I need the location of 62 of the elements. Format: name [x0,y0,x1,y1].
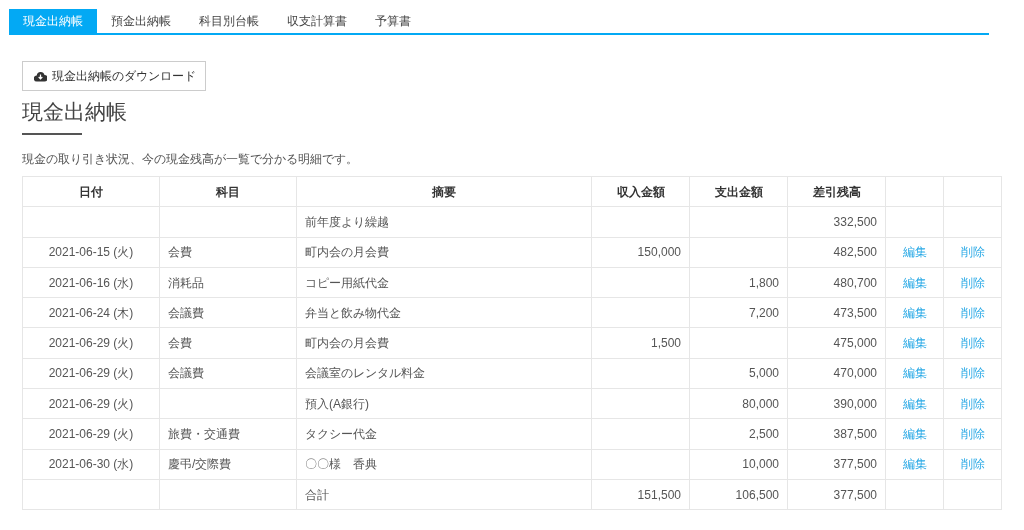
page-title: 現金出納帳 [22,99,128,125]
date-cell: 2021-06-29 (火) [48,396,134,411]
tab[interactable]: 予算書 [361,9,425,33]
date-cell: 2021-06-29 (火) [48,336,134,351]
date-cell: 2021-06-16 (水) [48,275,134,290]
amount-cell: 7,200 [748,305,779,320]
amount-cell: 387,500 [833,427,877,441]
table-cell: タクシー代金 [305,427,377,441]
table-cell: 会議費 [168,366,204,381]
amount-cell: 150,000 [637,245,681,260]
description: 現金の取り引き状況、今の現金残高が一覧で分かる明細です。 [22,151,359,167]
amount-cell: 377,500 [833,487,877,502]
column-header: 差引残高 [812,184,861,199]
download-button[interactable]: 現金出納帳のダウンロード [22,61,206,91]
delete-link[interactable]: 削除 [960,427,985,441]
table-cell: 慶弔/交際費 [168,457,232,472]
tab[interactable]: 預金出納帳 [97,9,185,33]
amount-cell: 1,500 [650,336,681,351]
date-cell: 2021-06-29 (火) [48,366,134,381]
amount-cell: 480,700 [833,275,877,290]
tab[interactable]: 科目別台帳 [185,9,273,33]
amount-cell: 377,500 [833,457,877,472]
date-cell: 2021-06-15 (火) [48,245,134,260]
table-cell: 会費 [168,336,192,351]
table-cell: 旅費・交通費 [168,427,240,441]
table-cell: 町内会の月会費 [305,336,389,351]
table-cell: 合計 [305,487,329,502]
amount-cell: 1,800 [748,275,779,290]
table-cell: 会議室のレンタル料金 [305,366,425,381]
edit-link[interactable]: 編集 [902,427,927,441]
table-cell: 消耗品 [168,275,204,290]
table-cell: 会費 [168,245,192,260]
amount-cell: 2,500 [748,427,779,441]
amount-cell: 80,000 [742,396,779,411]
amount-cell: 106,500 [735,487,779,502]
amount-cell: 470,000 [833,366,877,381]
table-cell: 預入(A銀行) [305,396,369,411]
column-header: 日付 [79,184,103,199]
amount-cell: 332,500 [833,214,877,229]
table-cell: 前年度より繰越 [305,214,389,229]
amount-cell: 475,000 [833,336,877,351]
amount-cell: 10,000 [742,457,779,472]
amount-cell: 473,500 [833,305,877,320]
column-header: 収入金額 [616,184,665,199]
tab[interactable]: 現金出納帳 [9,9,97,33]
date-cell: 2021-06-24 (木) [48,305,134,320]
amount-cell: 390,000 [833,396,877,411]
date-cell: 2021-06-29 (火) [48,427,134,441]
table-cell: 会議費 [168,305,204,320]
column-header: 支出金額 [714,184,763,199]
table-cell: コピー用紙代金 [305,275,389,290]
column-header: 摘要 [432,184,456,199]
column-header: 科目 [216,184,240,199]
cloud-download-icon [34,70,47,82]
table-cell: 町内会の月会費 [305,245,389,260]
table-cell: 〇〇様 香典 [305,457,377,472]
tab[interactable]: 収支計算書 [273,9,361,33]
amount-cell: 5,000 [748,366,779,381]
table-cell: 弁当と飲み物代金 [305,305,401,320]
amount-cell: 482,500 [833,245,877,260]
amount-cell: 151,500 [637,487,681,502]
date-cell: 2021-06-30 (水) [48,457,134,472]
